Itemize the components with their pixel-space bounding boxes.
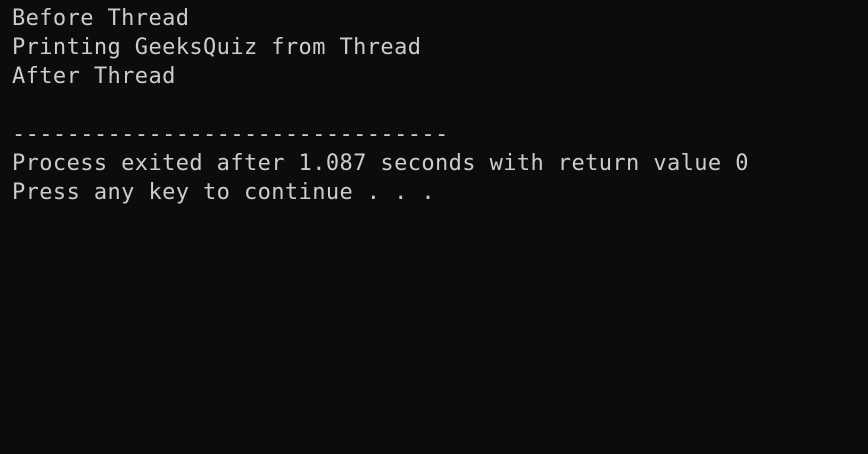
output-line-printing-from-thread: Printing GeeksQuiz from Thread: [12, 35, 422, 60]
output-line-after-thread: After Thread: [12, 64, 176, 89]
console-window[interactable]: Before Thread Printing GeeksQuiz from Th…: [0, 0, 868, 454]
process-exit-message: Process exited after 1.087 seconds with …: [12, 151, 749, 176]
press-any-key-prompt: Press any key to continue . . .: [12, 180, 435, 205]
separator-line: --------------------------------: [12, 122, 449, 147]
output-line-before-thread: Before Thread: [12, 6, 190, 31]
